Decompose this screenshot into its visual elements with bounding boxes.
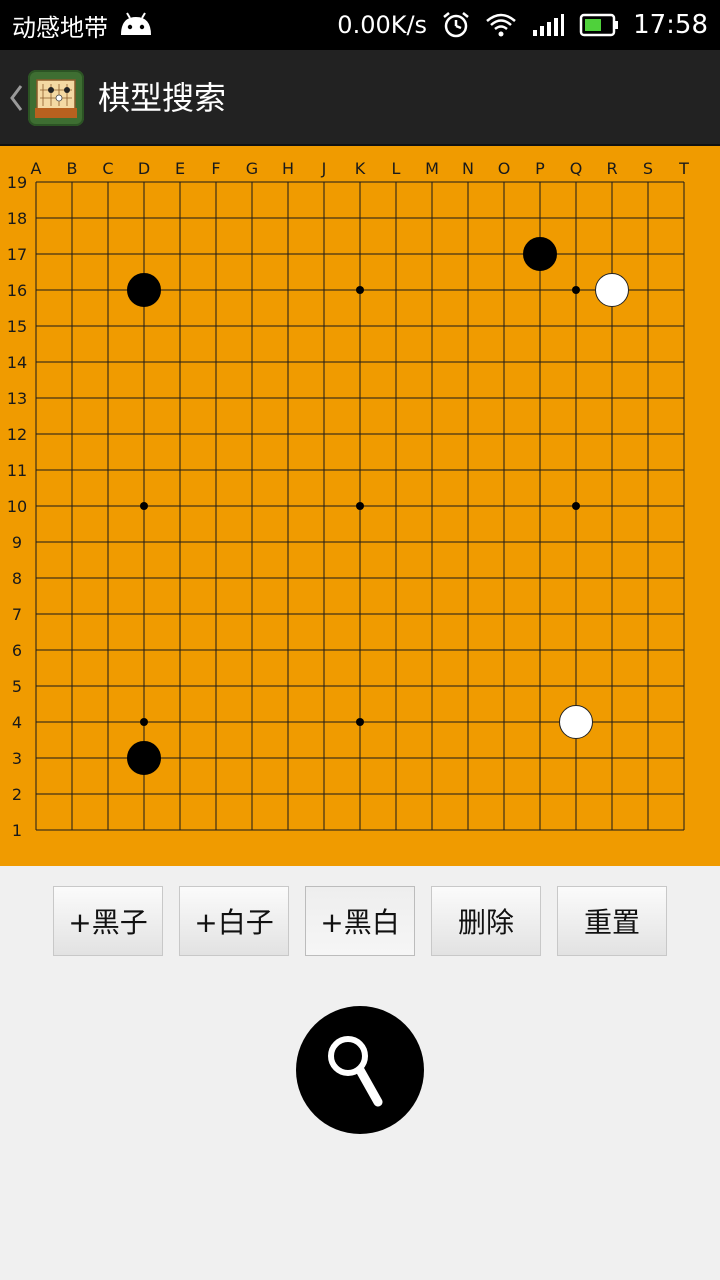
column-label: M: [425, 159, 439, 178]
row-labels: 19 18 17 16 15 14 13 12 11 10 9 8 7 6 5 4 3 2 1: [7, 173, 27, 840]
black-stone: [523, 237, 557, 271]
column-label: T: [678, 159, 689, 178]
white-stone: [559, 705, 593, 739]
row-label: 11: [7, 461, 27, 480]
star-point: [356, 718, 364, 726]
column-label: N: [462, 159, 474, 178]
row-label: 5: [12, 677, 22, 696]
row-label: 16: [7, 281, 27, 300]
delete-button[interactable]: 删除: [431, 886, 541, 956]
star-point: [356, 286, 364, 294]
column-labels: ABCDEFGHJKLMNOPQRST: [31, 159, 690, 178]
android-icon: [118, 11, 154, 39]
status-right: 0.00K/s 17:58: [337, 0, 708, 50]
star-point: [140, 502, 148, 510]
clock: 17:58: [633, 10, 708, 40]
column-label: B: [67, 159, 78, 178]
row-label: 13: [7, 389, 27, 408]
column-label: F: [211, 159, 220, 178]
column-label: P: [535, 159, 545, 178]
black-stone: [127, 741, 161, 775]
add-alternate-button[interactable]: +黑白: [305, 886, 415, 956]
row-label: 8: [12, 569, 22, 588]
column-label: L: [392, 159, 401, 178]
reset-button[interactable]: 重置: [557, 886, 667, 956]
column-label: K: [355, 159, 366, 178]
column-label: D: [138, 159, 150, 178]
black-stone: [127, 273, 161, 307]
column-label: Q: [570, 159, 583, 178]
row-label: 7: [12, 605, 22, 624]
column-label: R: [606, 159, 617, 178]
row-label: 10: [7, 497, 27, 516]
go-board-app-icon[interactable]: [28, 70, 84, 126]
add-white-button[interactable]: +白子: [179, 886, 289, 956]
go-board-canvas[interactable]: ABCDEFGHJKLMNOPQRST 19181716151413121110…: [0, 146, 720, 866]
add-black-button[interactable]: +黑子: [53, 886, 163, 956]
battery-icon: [579, 13, 619, 37]
back-chevron-icon[interactable]: [6, 80, 26, 116]
column-label: O: [498, 159, 511, 178]
tool-bar: +黑子 +白子 +黑白 删除 重置: [0, 886, 720, 956]
column-label: G: [246, 159, 258, 178]
row-label: 4: [12, 713, 22, 732]
star-point: [572, 502, 580, 510]
star-point: [356, 502, 364, 510]
row-label: 2: [12, 785, 22, 804]
column-label: E: [175, 159, 185, 178]
row-label: 6: [12, 641, 22, 660]
wifi-icon: [485, 12, 517, 38]
white-stone: [595, 273, 629, 307]
carrier-name: 动感地带: [12, 13, 108, 42]
row-label: 15: [7, 317, 27, 336]
signal-icon: [531, 12, 565, 38]
row-label: 19: [7, 173, 27, 192]
action-bar: 棋型搜索: [0, 50, 720, 146]
row-label: 17: [7, 245, 27, 264]
row-label: 14: [7, 353, 27, 372]
row-label: 3: [12, 749, 22, 768]
star-point: [572, 286, 580, 294]
search-button[interactable]: [296, 1006, 424, 1134]
row-label: 1: [12, 821, 22, 840]
row-label: 18: [7, 209, 27, 228]
star-point: [140, 718, 148, 726]
column-label: S: [643, 159, 653, 178]
row-label: 9: [12, 533, 22, 552]
go-board[interactable]: ABCDEFGHJKLMNOPQRST 19 18 17 16 15 14 13 12 11 10…: [0, 146, 720, 866]
net-speed: 0.00K/s: [337, 11, 428, 39]
search-icon: [328, 1036, 383, 1107]
column-label: C: [102, 159, 113, 178]
alarm-icon: [441, 10, 471, 40]
column-label: J: [321, 159, 327, 178]
page-title: 棋型搜索: [98, 79, 227, 117]
status-left: 动感地带: [12, 0, 154, 50]
row-label: 12: [7, 425, 27, 444]
status-bar: 动感地带 0.00K/s 17:58: [0, 0, 720, 50]
column-label: H: [282, 159, 294, 178]
column-label: A: [31, 159, 42, 178]
